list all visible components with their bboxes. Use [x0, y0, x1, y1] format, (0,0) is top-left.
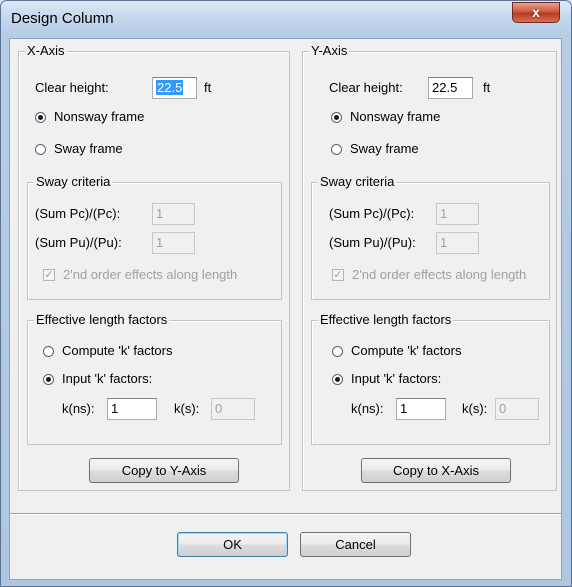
copy-to-y-axis-button[interactable]: Copy to Y-Axis	[89, 458, 239, 483]
x-kns-label: k(ns):	[62, 401, 95, 416]
y-clear-height-label: Clear height:	[329, 80, 403, 95]
copy-to-x-axis-button[interactable]: Copy to X-Axis	[361, 458, 511, 483]
y-sway-criteria-title: Sway criteria	[318, 174, 397, 190]
y-kns-input[interactable]: 1	[396, 398, 446, 420]
x-pc-label: (Sum Pc)/(Pc):	[35, 206, 121, 221]
y-pc-label: (Sum Pc)/(Pc):	[329, 206, 415, 221]
x-clear-height-value: 22.5	[156, 80, 184, 95]
close-button[interactable]: x	[512, 2, 560, 23]
x-kns-input[interactable]: 1	[107, 398, 157, 420]
y-sway-criteria-group: Sway criteria (Sum Pc)/(Pc): 1 (Sum Pu)/…	[311, 174, 550, 300]
y-pu-label: (Sum Pu)/(Pu):	[329, 235, 416, 250]
cancel-button[interactable]: Cancel	[300, 532, 411, 557]
x-ks-label: k(s):	[174, 401, 200, 416]
x-compute-k-radio[interactable]	[43, 346, 54, 357]
x-input-k-radio[interactable]	[43, 374, 54, 385]
x-input-k-label[interactable]: Input 'k' factors:	[62, 371, 152, 387]
y-clear-height-input[interactable]: 22.5	[428, 77, 473, 99]
close-icon: x	[532, 4, 540, 20]
y-second-order-checkbox[interactable]: ✓	[332, 269, 344, 281]
window-title: Design Column	[11, 10, 114, 27]
y-input-k-label[interactable]: Input 'k' factors:	[351, 371, 441, 387]
x-sway-radio[interactable]	[35, 144, 46, 155]
x-sway-label[interactable]: Sway frame	[54, 141, 123, 157]
dialog-separator	[10, 513, 561, 515]
x-second-order-label: 2'nd order effects along length	[63, 267, 238, 282]
x-pu-input[interactable]: 1	[152, 232, 195, 254]
y-effective-length-group: Effective length factors Compute 'k' fac…	[311, 312, 550, 445]
y-ks-input[interactable]: 0	[495, 398, 539, 420]
x-sway-criteria-group: Sway criteria (Sum Pc)/(Pc): 1 (Sum Pu)/…	[27, 174, 282, 300]
y-compute-k-label[interactable]: Compute 'k' factors	[351, 343, 461, 359]
x-ks-input[interactable]: 0	[211, 398, 255, 420]
x-clear-height-input[interactable]: 22.5	[152, 77, 197, 99]
y-nonsway-label[interactable]: Nonsway frame	[350, 109, 440, 125]
y-sway-radio[interactable]	[331, 144, 342, 155]
x-compute-k-label[interactable]: Compute 'k' factors	[62, 343, 172, 359]
x-axis-group: X-Axis Clear height: 22.5 ft Nonsway fra…	[18, 43, 290, 491]
x-axis-group-title: X-Axis	[25, 43, 67, 59]
x-second-order-checkbox[interactable]: ✓	[43, 269, 55, 281]
y-effective-length-title: Effective length factors	[318, 312, 454, 328]
x-pc-input[interactable]: 1	[152, 203, 195, 225]
y-compute-k-radio[interactable]	[332, 346, 343, 357]
x-clear-height-label: Clear height:	[35, 80, 109, 95]
y-pc-input[interactable]: 1	[436, 203, 479, 225]
y-axis-group-title: Y-Axis	[309, 43, 350, 59]
title-bar[interactable]: Design Column x	[1, 1, 571, 37]
y-sway-label[interactable]: Sway frame	[350, 141, 419, 157]
x-nonsway-radio[interactable]	[35, 112, 46, 123]
y-pu-input[interactable]: 1	[436, 232, 479, 254]
x-sway-criteria-title: Sway criteria	[34, 174, 113, 190]
y-ks-label: k(s):	[462, 401, 488, 416]
y-clear-height-unit: ft	[483, 80, 491, 95]
y-nonsway-radio[interactable]	[331, 112, 342, 123]
y-axis-group: Y-Axis Clear height: 22.5 ft Nonsway fra…	[302, 43, 557, 491]
x-clear-height-unit: ft	[204, 80, 212, 95]
x-pu-label: (Sum Pu)/(Pu):	[35, 235, 122, 250]
y-input-k-radio[interactable]	[332, 374, 343, 385]
ok-button[interactable]: OK	[177, 532, 288, 557]
y-second-order-label: 2'nd order effects along length	[352, 267, 527, 282]
y-kns-label: k(ns):	[351, 401, 384, 416]
x-effective-length-title: Effective length factors	[34, 312, 170, 328]
x-nonsway-label[interactable]: Nonsway frame	[54, 109, 144, 125]
dialog-client-area: X-Axis Clear height: 22.5 ft Nonsway fra…	[9, 38, 562, 580]
design-column-dialog: Design Column x X-Axis Clear height: 22.…	[0, 0, 572, 587]
x-effective-length-group: Effective length factors Compute 'k' fac…	[27, 312, 282, 445]
